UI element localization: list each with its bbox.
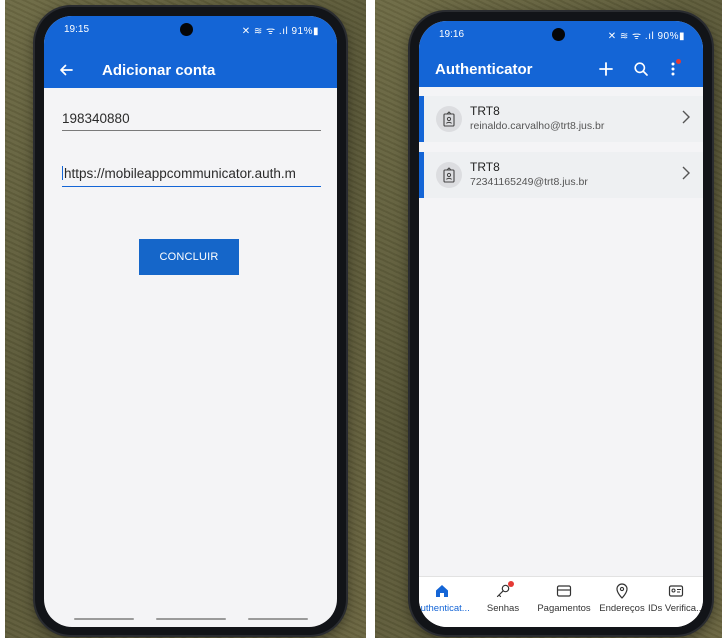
field-underline-focused <box>62 186 321 187</box>
concluir-button[interactable]: CONCLUIR <box>139 239 239 275</box>
account-row[interactable]: TRT8 reinaldo.carvalho@trt8.jus.br <box>419 96 703 142</box>
page-title: Authenticator <box>435 61 533 78</box>
nav-gesture-bar <box>248 618 308 620</box>
tab-pagamentos[interactable]: Pagamentos <box>533 581 595 614</box>
tab-label: Senhas <box>486 603 520 614</box>
back-arrow-icon[interactable] <box>54 58 78 82</box>
tab-label: IDs Verifica... <box>648 603 703 614</box>
notification-dot <box>676 59 681 64</box>
tab-label: Authenticat... <box>419 603 470 614</box>
plus-icon[interactable] <box>594 57 618 81</box>
account-code-field[interactable]: 198340880 <box>62 111 321 126</box>
add-account-screen: 19:15 ✕ ≋ ᯤ .ıl 91%▮ Adicionar conta 198… <box>44 16 337 627</box>
camera-cutout <box>180 23 193 36</box>
chevron-right-icon <box>681 109 691 130</box>
url-field-value: https://mobileappcommunicator.auth.m <box>64 166 296 181</box>
left-phone-frame: 19:15 ✕ ≋ ᯤ .ıl 91%▮ Adicionar conta 198… <box>35 7 346 635</box>
more-options-icon[interactable] <box>663 57 683 81</box>
left-photo: 19:15 ✕ ≋ ᯤ .ıl 91%▮ Adicionar conta 198… <box>5 0 366 638</box>
account-stripe <box>419 152 424 198</box>
key-icon <box>474 581 532 601</box>
right-phone-frame: 19:16 ✕ ≋ ᯤ .ıl 90%▮ Authenticator TRT8 … <box>410 12 712 635</box>
location-pin-icon <box>593 581 651 601</box>
url-field[interactable]: https://mobileappcommunicator.auth.m <box>62 166 321 181</box>
account-row[interactable]: TRT8 72341165249@trt8.jus.br <box>419 152 703 198</box>
field-underline <box>62 130 321 131</box>
status-time: 19:15 <box>64 24 90 35</box>
tab-label: Endereços <box>599 603 645 614</box>
home-icon <box>419 581 471 601</box>
page-title: Adicionar conta <box>102 62 216 79</box>
id-card-icon <box>647 581 703 601</box>
status-icons: ✕ ≋ ᯤ .ıl 90%▮ <box>607 31 685 42</box>
tab-senhas[interactable]: Senhas <box>474 581 532 614</box>
id-badge-icon <box>436 162 462 188</box>
tab-enderecos[interactable]: Endereços <box>593 581 651 614</box>
card-icon <box>533 581 595 601</box>
app-bar: 19:16 ✕ ≋ ᯤ .ıl 90%▮ Authenticator <box>419 21 703 87</box>
status-icons: ✕ ≋ ᯤ .ıl 91%▮ <box>241 26 319 37</box>
chevron-right-icon <box>681 165 691 186</box>
text-caret <box>62 166 63 180</box>
notification-dot <box>508 581 514 587</box>
account-name: TRT8 <box>470 160 500 174</box>
account-name: TRT8 <box>470 104 500 118</box>
tab-authenticator[interactable]: Authenticat... <box>419 581 471 614</box>
bottom-navigation: Authenticat... Senhas Pagamentos Endereç… <box>419 576 703 627</box>
search-icon[interactable] <box>629 57 653 81</box>
id-badge-icon <box>436 106 462 132</box>
camera-cutout <box>552 28 565 41</box>
nav-gesture-bar <box>156 618 226 620</box>
nav-gesture-bar <box>74 618 134 620</box>
right-photo: 19:16 ✕ ≋ ᯤ .ıl 90%▮ Authenticator TRT8 … <box>375 0 722 638</box>
account-email: reinaldo.carvalho@trt8.jus.br <box>470 120 605 132</box>
account-stripe <box>419 96 424 142</box>
status-time: 19:16 <box>439 29 465 40</box>
tab-ids-verificados[interactable]: IDs Verifica... <box>647 581 703 614</box>
account-email: 72341165249@trt8.jus.br <box>470 176 588 188</box>
authenticator-screen: 19:16 ✕ ≋ ᯤ .ıl 90%▮ Authenticator TRT8 … <box>419 21 703 627</box>
tab-label: Pagamentos <box>537 603 591 614</box>
app-bar: 19:15 ✕ ≋ ᯤ .ıl 91%▮ Adicionar conta <box>44 16 337 88</box>
